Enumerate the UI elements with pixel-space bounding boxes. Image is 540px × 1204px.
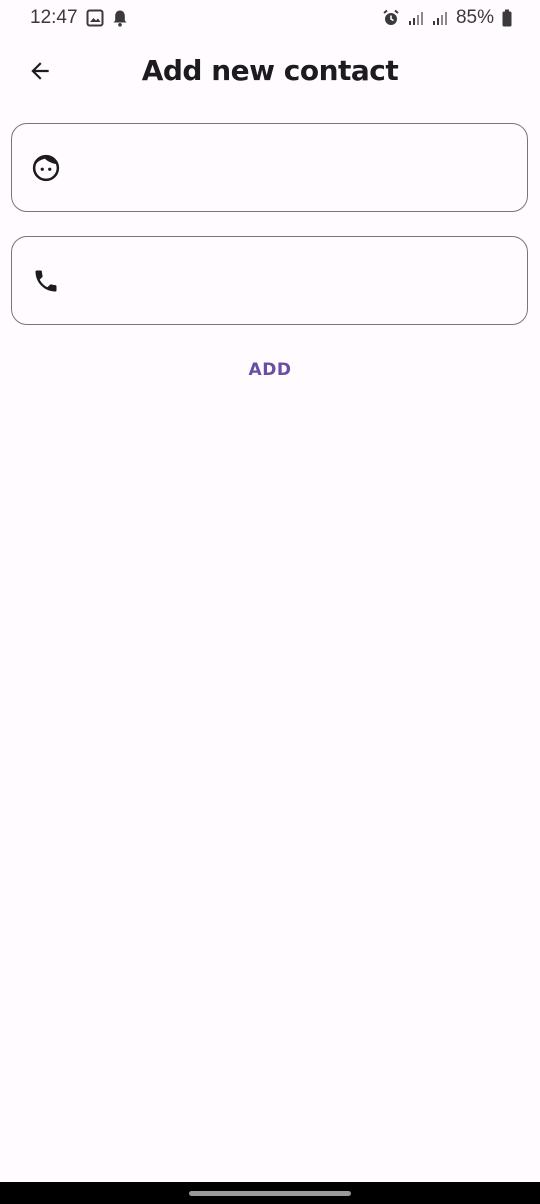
page-title: Add new contact: [141, 54, 399, 87]
signal-icon: [408, 10, 424, 26]
face-icon: [29, 151, 63, 185]
home-indicator[interactable]: [189, 1191, 351, 1196]
navigation-bar: [0, 1182, 540, 1204]
name-field[interactable]: [11, 123, 528, 212]
phone-icon: [29, 264, 63, 298]
add-button[interactable]: ADD: [220, 352, 320, 388]
signal-icon: [432, 10, 448, 26]
status-right: 85%: [382, 7, 512, 29]
battery-icon: [502, 9, 512, 27]
alarm-icon: [382, 9, 400, 27]
app-bar: Add new contact: [0, 44, 540, 102]
notification-bell-icon: [112, 9, 128, 27]
status-left: 12:47: [30, 7, 128, 29]
phone-field[interactable]: [11, 236, 528, 325]
battery-percentage: 85%: [455, 7, 494, 28]
name-input[interactable]: [63, 124, 527, 211]
phone-input[interactable]: [63, 237, 527, 324]
gallery-icon: [86, 9, 104, 27]
status-time: 12:47: [30, 7, 78, 28]
status-bar: 12:47 85%: [0, 0, 540, 36]
